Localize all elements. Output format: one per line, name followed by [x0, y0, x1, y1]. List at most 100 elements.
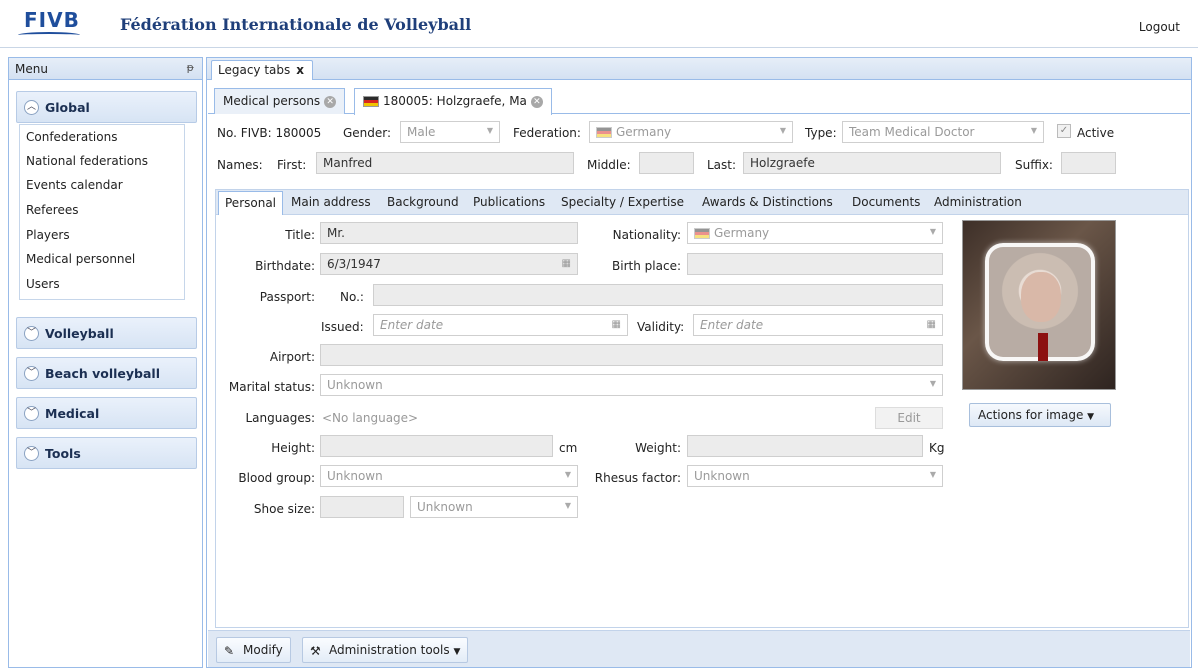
menu-item-events-calendar[interactable]: Events calendar [26, 178, 123, 192]
menu-section-label: Tools [45, 446, 81, 461]
tab-personal[interactable]: Personal [218, 191, 284, 216]
title-label: Title: [285, 228, 315, 242]
legacy-tab-strip: Legacy tabs x [207, 58, 1191, 80]
menu-section-label: Beach volleyball [45, 366, 160, 381]
flag-germany-icon [596, 127, 612, 138]
photo-face [1021, 272, 1061, 322]
menu-item-confederations[interactable]: Confederations [26, 130, 117, 144]
tab-specialty-expertise[interactable]: Specialty / Expertise [555, 191, 690, 215]
tools-icon: ⚒ [310, 643, 321, 658]
logo-swoosh [18, 32, 80, 38]
bottom-toolbar: ✎ Modify ⚒ Administration tools ▼ [208, 630, 1190, 667]
validity-date-field[interactable]: Enter date ▦ [693, 314, 943, 336]
tab-medical-persons[interactable]: Medical persons ✕ [214, 88, 346, 114]
validity-placeholder: Enter date [700, 318, 764, 332]
menu-section-global[interactable]: ︿ Global [16, 91, 197, 123]
middle-name-label: Middle: [587, 158, 631, 172]
menu-item-medical-personnel[interactable]: Medical personnel [26, 252, 135, 266]
type-value: Team Medical Doctor [849, 125, 975, 139]
menu-section-volleyball[interactable]: ﹀ Volleyball [16, 317, 197, 349]
menu-item-users[interactable]: Users [26, 277, 60, 291]
calendar-icon[interactable]: ▦ [927, 319, 936, 330]
weight-label: Weight: [635, 441, 681, 455]
administration-tools-label: Administration tools [329, 643, 450, 657]
nationality-select[interactable]: Germany ▼ [687, 222, 943, 244]
actions-for-image-button[interactable]: Actions for image ▼ [969, 403, 1111, 427]
logout-link[interactable]: Logout [1139, 20, 1180, 34]
edit-languages-button[interactable]: Edit [875, 407, 943, 429]
passport-no-label: No.: [340, 290, 364, 304]
tab-record-180005[interactable]: 180005: Holzgraefe, Ma ✕ [354, 88, 552, 115]
title-field[interactable]: Mr. [320, 222, 578, 244]
photo-frame [985, 243, 1095, 361]
edit-icon: ✎ [224, 643, 235, 658]
last-name-label: Last: [707, 158, 737, 172]
chevron-down-icon: ▼ [564, 470, 571, 479]
suffix-label: Suffix: [1015, 158, 1053, 172]
modify-button[interactable]: ✎ Modify [216, 637, 291, 663]
passport-no-field[interactable] [373, 284, 943, 306]
menu-item-referees[interactable]: Referees [26, 203, 78, 217]
height-field[interactable] [320, 435, 553, 457]
tab-awards-distinctions[interactable]: Awards & Distinctions [696, 191, 839, 215]
suffix-field[interactable] [1061, 152, 1116, 174]
first-name-field[interactable]: Manfred [316, 152, 574, 174]
calendar-icon[interactable]: ▦ [612, 319, 621, 330]
type-select[interactable]: Team Medical Doctor ▼ [842, 121, 1044, 143]
close-icon[interactable]: x [296, 63, 304, 77]
shoe-size-unit-select[interactable]: Unknown ▼ [410, 496, 578, 518]
tab-publications[interactable]: Publications [467, 191, 551, 215]
chevron-down-icon: ▼ [929, 470, 936, 479]
menu-section-medical[interactable]: ﹀ Medical [16, 397, 197, 429]
menu-section-beach-volleyball[interactable]: ﹀ Beach volleyball [16, 357, 197, 389]
gender-select[interactable]: Male ▼ [400, 121, 500, 143]
app-header: FIVB Fédération Internationale de Volley… [0, 0, 1198, 48]
pin-icon[interactable]: ᵽ [187, 61, 194, 74]
administration-tools-button[interactable]: ⚒ Administration tools ▼ [302, 637, 469, 663]
federation-select[interactable]: Germany ▼ [589, 121, 793, 143]
chevron-down-icon: ﹀ [24, 406, 39, 421]
birthdate-field[interactable]: 6/3/1947 ▦ [320, 253, 578, 275]
marital-status-value: Unknown [327, 378, 383, 392]
blood-group-value: Unknown [327, 469, 383, 483]
chevron-down-icon: ▼ [564, 501, 571, 510]
height-label: Height: [271, 441, 315, 455]
menu-item-national-federations[interactable]: National federations [26, 154, 148, 168]
blood-group-select[interactable]: Unknown ▼ [320, 465, 578, 487]
menu-section-tools[interactable]: ﹀ Tools [16, 437, 197, 469]
airport-field[interactable] [320, 344, 943, 366]
actions-for-image-label: Actions for image [978, 408, 1084, 422]
birthdate-value: 6/3/1947 [327, 257, 381, 271]
rhesus-factor-select[interactable]: Unknown ▼ [687, 465, 943, 487]
active-checkbox[interactable]: ✓ [1057, 124, 1071, 138]
active-label: Active [1077, 126, 1115, 140]
middle-name-field[interactable] [639, 152, 694, 174]
weight-field[interactable] [687, 435, 923, 457]
tab-legacy[interactable]: Legacy tabs x [211, 60, 313, 80]
passport-label: Passport: [259, 290, 315, 304]
close-icon[interactable]: ✕ [530, 95, 543, 108]
tab-main-address[interactable]: Main address [285, 191, 377, 215]
shoe-size-field[interactable] [320, 496, 404, 518]
federation-value: Germany [616, 125, 672, 139]
birthdate-label: Birthdate: [255, 259, 315, 273]
federation-label: Federation: [513, 126, 581, 140]
record-subtabs: Personal Main address Background Publica… [215, 189, 1189, 216]
marital-status-select[interactable]: Unknown ▼ [320, 374, 943, 396]
tab-background[interactable]: Background [381, 191, 465, 215]
languages-value: <No language> [322, 411, 419, 425]
issued-placeholder: Enter date [380, 318, 444, 332]
chevron-down-icon: ﹀ [24, 446, 39, 461]
close-icon[interactable]: ✕ [324, 95, 337, 108]
menu-item-players[interactable]: Players [26, 228, 70, 242]
calendar-icon[interactable]: ▦ [562, 258, 571, 269]
tab-documents[interactable]: Documents [846, 191, 926, 215]
issued-date-field[interactable]: Enter date ▦ [373, 314, 628, 336]
person-photo [962, 220, 1116, 390]
fivb-logo: FIVB [24, 8, 80, 32]
no-fivb-label: No. FIVB: 180005 [217, 126, 322, 140]
birth-place-field[interactable] [687, 253, 943, 275]
global-menu-list: Confederations National federations Even… [19, 124, 185, 300]
last-name-field[interactable]: Holzgraefe [743, 152, 1001, 174]
tab-administration[interactable]: Administration [928, 191, 1028, 215]
